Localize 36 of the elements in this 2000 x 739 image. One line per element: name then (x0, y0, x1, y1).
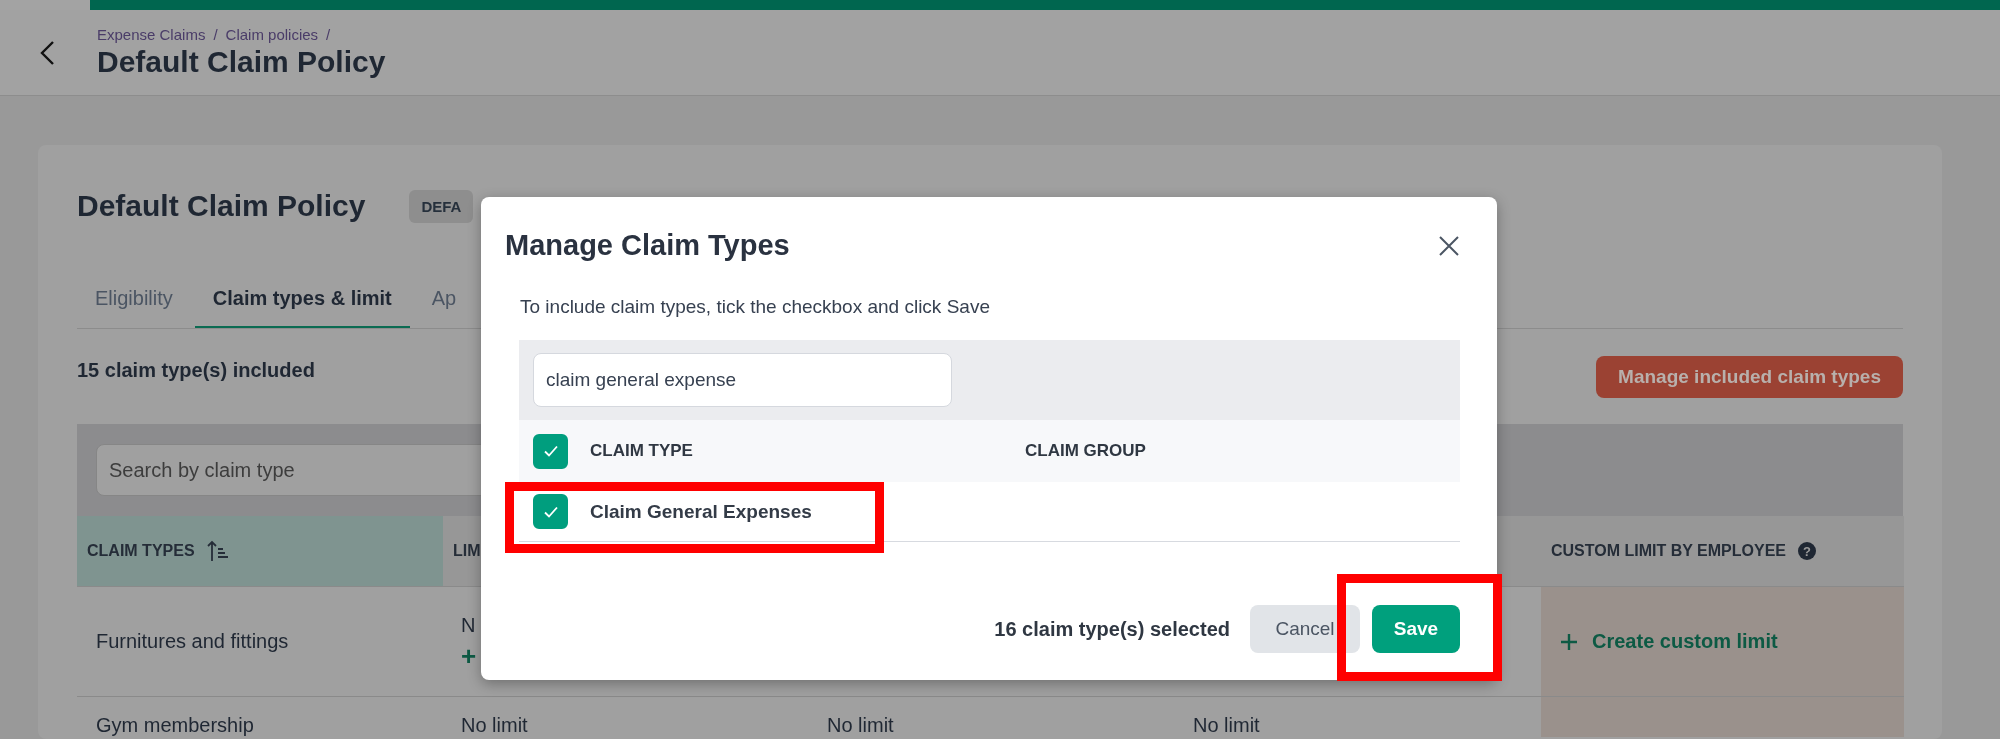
dialog-title: Manage Claim Types (505, 229, 790, 262)
close-icon[interactable] (1438, 234, 1460, 257)
sort-icon[interactable] (206, 540, 229, 562)
plus-icon (1560, 632, 1578, 651)
search-field[interactable]: claim general expense (533, 353, 952, 407)
column-header: CLAIM TYPE (590, 441, 694, 461)
breadcrumb-separator: / (326, 26, 331, 43)
included-count: 15 claim type(s) included (77, 359, 315, 382)
column-label: CLAIM TYPES (87, 542, 195, 560)
save-button[interactable]: Save (1372, 605, 1460, 653)
status-badge: DEFA (409, 189, 474, 223)
checkbox[interactable] (533, 494, 568, 529)
column-header[interactable]: CLAIM TYPES (77, 516, 443, 587)
breadcrumb-separator: / (213, 26, 218, 43)
cell-text: No limit (1193, 714, 1261, 737)
cell-text: N (461, 614, 477, 637)
page-title: Default Claim Policy (97, 45, 386, 79)
breadcrumb-link[interactable]: Claim policies (225, 26, 319, 43)
instructions: To include claim types, tick the checkbox and click Save (520, 296, 991, 318)
selected-count: 16 claim type(s) selected (994, 617, 1230, 641)
create-custom-limit-link[interactable]: Create custom limit (1560, 630, 1904, 653)
tab[interactable]: Claim types & limit (194, 270, 410, 328)
help-icon[interactable]: ? (1798, 542, 1816, 560)
tab[interactable]: Eligibility (77, 270, 191, 328)
cell-text: Gym membership (96, 714, 255, 737)
cell-text: Furnitures and fittings (96, 630, 290, 653)
tab[interactable]: Ap (413, 270, 475, 328)
column-label: CUSTOM LIMIT BY EMPLOYEE (1551, 542, 1786, 560)
checkbox[interactable] (533, 433, 568, 469)
column-header: CLAIM GROUP (1025, 441, 1147, 461)
cell-text: No limit (461, 714, 529, 737)
policy-title: Default Claim Policy (77, 188, 366, 224)
cell-text: No limit (827, 714, 895, 737)
breadcrumb-link[interactable]: Expense Claims (97, 26, 206, 43)
manage-button[interactable]: Manage included claim types (1596, 355, 1903, 398)
cancel-button[interactable]: Cancel (1250, 605, 1360, 653)
